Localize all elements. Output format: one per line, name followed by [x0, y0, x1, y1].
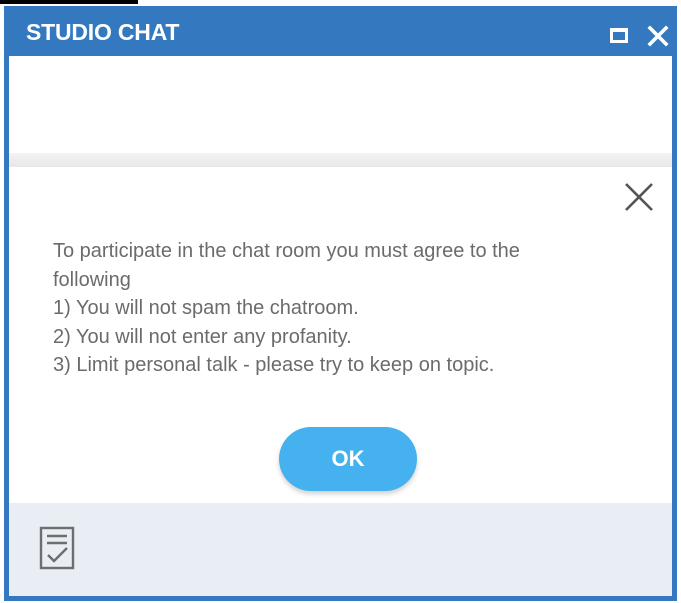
top-edge-tab	[0, 0, 138, 4]
agreement-message: To participate in the chat room you must…	[53, 237, 643, 380]
dialog-close-button[interactable]	[623, 181, 655, 213]
chat-content-area: To participate in the chat room you must…	[9, 56, 672, 503]
chat-window: STUDIO CHAT To participate in the chat r…	[4, 6, 677, 601]
message-line: 1) You will not spam the chatroom.	[53, 297, 359, 319]
document-check-icon	[39, 526, 75, 570]
transcript-button[interactable]	[39, 526, 75, 570]
message-line: 3) Limit personal talk - please try to k…	[53, 354, 495, 376]
chat-footer	[9, 503, 672, 596]
close-window-button[interactable]	[646, 20, 670, 48]
close-icon	[625, 183, 653, 211]
message-line: 2) You will not enter any profanity.	[53, 325, 352, 348]
message-line: To participate in the chat room you must…	[53, 240, 520, 262]
message-line: following	[53, 268, 131, 291]
close-icon	[647, 25, 669, 47]
dialog-shadow	[9, 153, 672, 167]
maximize-icon	[610, 28, 628, 43]
maximize-button[interactable]	[607, 25, 629, 43]
ok-button[interactable]: OK	[279, 427, 417, 491]
agreement-dialog: To participate in the chat room you must…	[9, 167, 672, 503]
window-titlebar: STUDIO CHAT	[9, 6, 672, 56]
window-title: STUDIO CHAT	[26, 19, 180, 45]
